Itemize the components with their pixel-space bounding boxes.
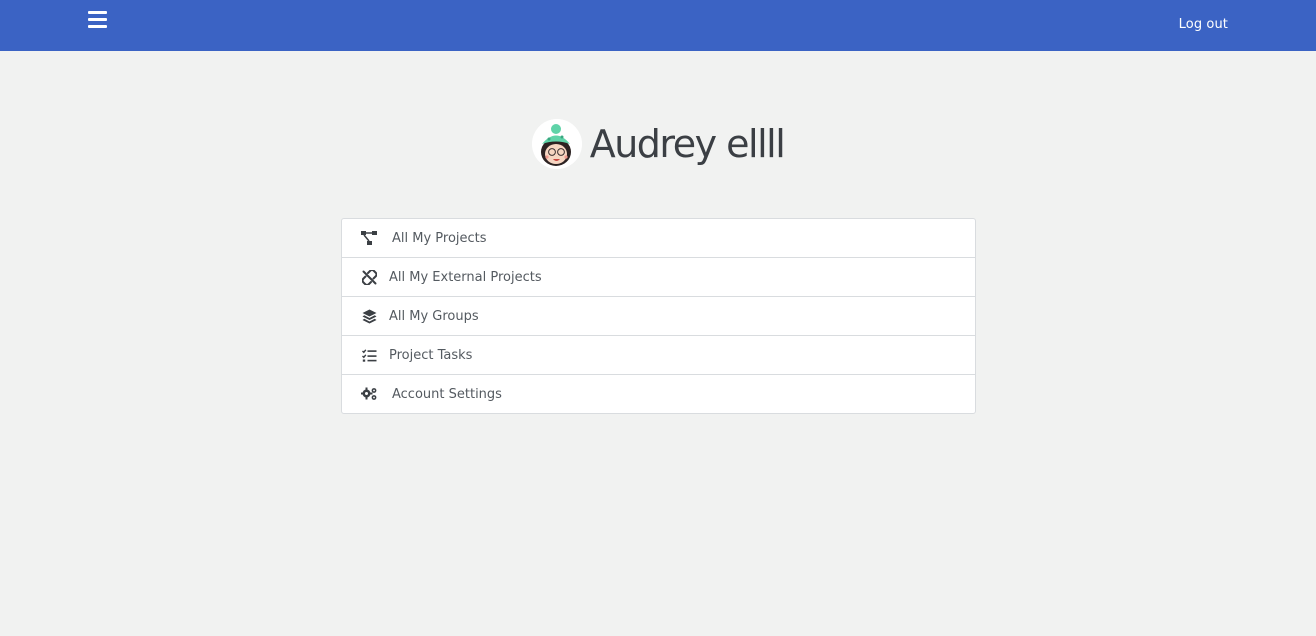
menu-item-label: All My External Projects bbox=[389, 269, 542, 285]
menu-item-account-settings[interactable]: Account Settings bbox=[342, 375, 975, 413]
top-navbar: Log out bbox=[0, 0, 1316, 51]
menu-item-label: All My Projects bbox=[392, 230, 487, 246]
unlink-icon bbox=[361, 269, 378, 286]
project-diagram-icon bbox=[361, 230, 378, 247]
menu-item-label: Account Settings bbox=[392, 386, 502, 402]
menu-item-label: Project Tasks bbox=[389, 347, 473, 363]
profile-menu-list: All My Projects All My External Projects… bbox=[341, 218, 976, 414]
task-list-icon bbox=[361, 347, 378, 364]
menu-item-all-my-external-projects[interactable]: All My External Projects bbox=[342, 258, 975, 297]
user-avatar bbox=[531, 119, 582, 169]
logout-link[interactable]: Log out bbox=[1179, 17, 1228, 32]
hamburger-menu-icon[interactable] bbox=[86, 9, 110, 31]
profile-header: Audrey ellll bbox=[0, 119, 1316, 169]
menu-item-label: All My Groups bbox=[389, 308, 479, 324]
profile-name: Audrey ellll bbox=[589, 122, 786, 166]
menu-item-project-tasks[interactable]: Project Tasks bbox=[342, 336, 975, 375]
menu-item-all-my-projects[interactable]: All My Projects bbox=[342, 219, 975, 258]
menu-item-all-my-groups[interactable]: All My Groups bbox=[342, 297, 975, 336]
cogs-icon bbox=[361, 386, 378, 403]
layers-icon bbox=[361, 308, 378, 325]
